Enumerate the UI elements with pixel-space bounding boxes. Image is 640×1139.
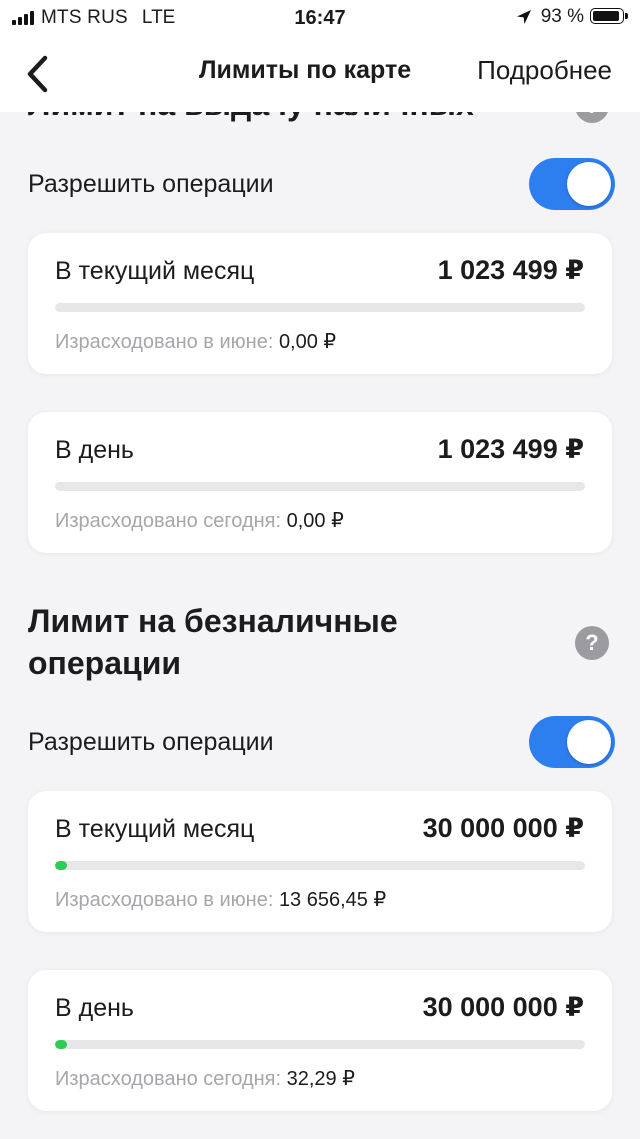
card-label: В день <box>55 994 134 1022</box>
toggle-knob <box>567 162 611 206</box>
spent-value: 32,29 ₽ <box>286 1068 355 1090</box>
nav-bar: Лимиты по карте Подробнее <box>0 36 640 112</box>
cashless-limit-title: Лимит на безналичные операции <box>28 600 398 684</box>
card-amount: 30 000 000 ₽ <box>422 992 584 1022</box>
cash-month-card[interactable]: В текущий месяц 1 023 499 ₽ Израсходован… <box>28 233 612 374</box>
details-button[interactable]: Подробнее <box>477 55 612 86</box>
spent-value: 13 656,45 ₽ <box>278 889 387 911</box>
spent-value: 0,00 ₽ <box>278 331 337 353</box>
cashless-toggle-label: Разрешить операции <box>28 728 274 756</box>
spent-text: Израсходовано сегодня: 0,00 ₽ <box>55 508 344 533</box>
cashless-help-icon[interactable]: ? <box>575 626 609 660</box>
toggle-knob <box>567 720 611 764</box>
spent-label: Израсходовано сегодня: <box>55 1068 282 1090</box>
spent-text: Израсходовано сегодня: 32,29 ₽ <box>55 1066 355 1091</box>
status-right: 93 % <box>515 6 630 28</box>
cashless-day-card[interactable]: В день 30 000 000 ₽ Израсходовано сегодн… <box>28 970 612 1111</box>
progress-track <box>55 303 585 312</box>
location-arrow-icon <box>516 10 531 24</box>
spent-text: Израсходовано в июне: 13 656,45 ₽ <box>55 887 386 912</box>
card-amount: 1 023 499 ₽ <box>437 255 584 285</box>
title-line-1: Лимит на безналичные <box>28 603 398 639</box>
card-label: В текущий месяц <box>55 257 255 285</box>
battery-percent: 93 % <box>540 6 584 27</box>
card-label: В текущий месяц <box>55 815 255 843</box>
battery-icon <box>590 8 630 26</box>
back-chevron-icon[interactable] <box>18 52 58 96</box>
card-amount: 1 023 499 ₽ <box>437 434 584 464</box>
cash-operations-toggle[interactable] <box>529 158 615 210</box>
title-line-2: операции <box>28 645 182 681</box>
limits-scroll-area[interactable]: Лимит на выдачу наличных ? Разрешить опе… <box>0 36 640 1139</box>
spent-label: Израсходовано сегодня: <box>55 510 282 532</box>
cashless-operations-toggle[interactable] <box>529 716 615 768</box>
spent-text: Израсходовано в июне: 0,00 ₽ <box>55 329 336 354</box>
cashless-month-card[interactable]: В текущий месяц 30 000 000 ₽ Израсходова… <box>28 791 612 932</box>
progress-bar <box>55 1040 67 1049</box>
card-label: В день <box>55 436 134 464</box>
cash-day-card[interactable]: В день 1 023 499 ₽ Израсходовано сегодня… <box>28 412 612 553</box>
progress-track <box>55 1040 585 1049</box>
spent-value: 0,00 ₽ <box>286 510 344 532</box>
card-amount: 30 000 000 ₽ <box>422 813 584 843</box>
page-title: Лимиты по карте <box>199 56 412 84</box>
progress-track <box>55 482 585 491</box>
spent-label: Израсходовано в июне: <box>55 889 274 911</box>
progress-track <box>55 861 585 870</box>
cash-toggle-label: Разрешить операции <box>28 170 274 198</box>
spent-label: Израсходовано в июне: <box>55 331 274 353</box>
progress-bar <box>55 861 67 870</box>
status-bar: MTS RUS LTE 16:47 93 % <box>0 0 640 36</box>
